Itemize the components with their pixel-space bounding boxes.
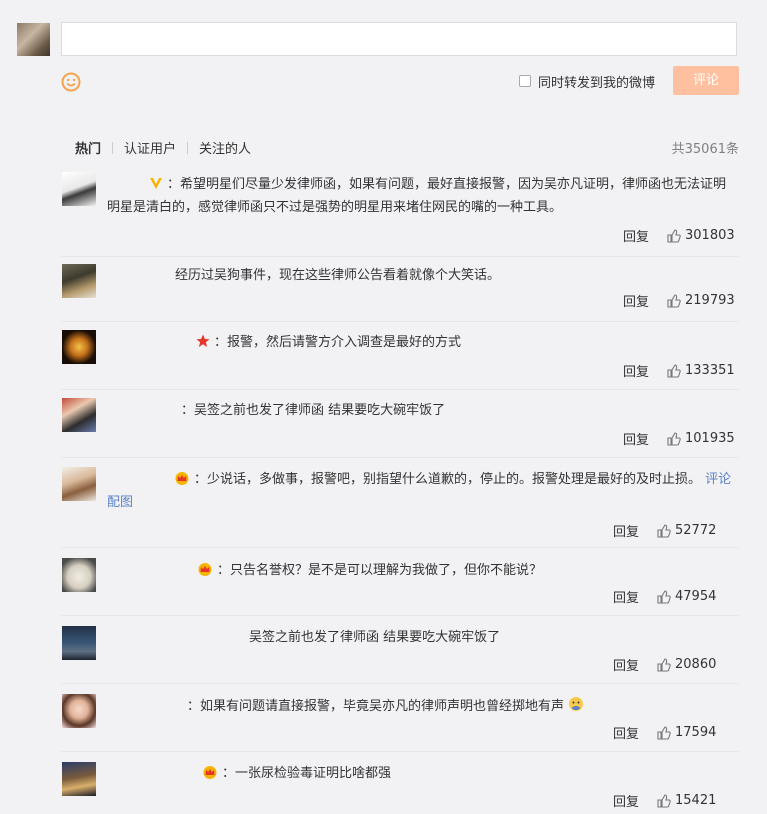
comment-text: 经历过吴狗事件，现在这些律师公告看着就像个大笑话。 xyxy=(175,268,501,283)
comment-text: 吴签之前也发了律师函 结果要吃大碗牢饭了 xyxy=(249,630,501,645)
comment-item: ：吴签之前也发了律师函 结果要吃大碗牢饭了 回复 101935 xyxy=(61,398,739,458)
like-count: 101935 xyxy=(685,431,735,446)
thumbs-up-icon xyxy=(667,363,681,378)
tab-divider xyxy=(112,141,114,154)
like-button[interactable]: 52772 xyxy=(657,523,729,538)
like-count: 17594 xyxy=(675,725,717,740)
avatar[interactable] xyxy=(62,558,96,592)
like-button[interactable]: 17594 xyxy=(657,725,729,740)
like-count: 47954 xyxy=(675,589,717,604)
crown-icon xyxy=(203,766,217,779)
comment-actions: 回复 219793 xyxy=(623,291,739,310)
emoji-icon[interactable] xyxy=(61,72,81,92)
tab-verified-users[interactable]: 认证用户 xyxy=(124,138,176,157)
thumbs-up-icon xyxy=(657,589,671,604)
tab-hot[interactable]: 热门 xyxy=(75,138,101,157)
v-icon xyxy=(150,178,162,189)
crown-icon xyxy=(198,563,212,576)
comment-actions: 回复 133351 xyxy=(623,361,739,380)
comment-filter-tabs: 热门 认证用户 关注的人 xyxy=(75,138,251,157)
thumbs-up-icon xyxy=(657,725,671,740)
avatar[interactable] xyxy=(62,762,96,796)
like-count: 52772 xyxy=(675,523,717,538)
comment-item: ：少说话，多做事，报警吧，别指望什么道歉的，停止的。报警处理是最好的及时止损。 … xyxy=(61,467,739,548)
like-button[interactable]: 15421 xyxy=(657,793,729,808)
comment-item: ：希望明星们尽量少发律师函，如果有问题，最好直接报警，因为吴亦凡证明，律师函也无… xyxy=(61,172,739,257)
comment-item: 吴签之前也发了律师函 结果要吃大碗牢饭了 回复 20860 xyxy=(61,626,739,684)
comment-actions: 回复 20860 xyxy=(613,655,729,674)
comment-item: ：一张尿检验毒证明比啥都强 回复 15421 xyxy=(61,762,739,814)
current-user-avatar[interactable] xyxy=(17,23,50,56)
emoji-sticker-icon xyxy=(569,697,584,711)
reply-button[interactable]: 回复 xyxy=(623,429,649,448)
like-count: 133351 xyxy=(685,363,735,378)
avatar[interactable] xyxy=(62,398,96,432)
avatar[interactable] xyxy=(62,264,96,298)
comment-input[interactable] xyxy=(61,22,737,56)
reply-button[interactable]: 回复 xyxy=(623,291,649,310)
tab-following[interactable]: 关注的人 xyxy=(199,138,251,157)
comment-item: ：报警，然后请警方介入调查是最好的方式 回复 133351 xyxy=(61,330,739,390)
like-button[interactable]: 301803 xyxy=(667,228,739,243)
comment-actions: 回复 301803 xyxy=(623,226,739,245)
comment-actions: 回复 15421 xyxy=(613,791,729,810)
thumbs-up-icon xyxy=(657,793,671,808)
like-count: 219793 xyxy=(685,293,735,308)
comment-item: 经历过吴狗事件，现在这些律师公告看着就像个大笑话。 回复 219793 xyxy=(61,264,739,322)
avatar[interactable] xyxy=(62,467,96,501)
comment-text: ：如果有问题请直接报警，毕竟吴亦凡的律师声明也曾经掷地有声 xyxy=(187,695,588,718)
like-count: 301803 xyxy=(685,228,735,243)
repost-label: 同时转发到我的微博 xyxy=(538,76,656,91)
comment-text: ：少说话，多做事，报警吧，别指望什么道歉的，停止的。报警处理是最好的及时止损。 … xyxy=(107,472,732,510)
comment-actions: 回复 17594 xyxy=(613,723,729,742)
comment-text: ：希望明星们尽量少发律师函，如果有问题，最好直接报警，因为吴亦凡证明，律师函也无… xyxy=(107,177,727,215)
like-button[interactable]: 20860 xyxy=(657,657,729,672)
star-icon xyxy=(196,334,210,347)
thumbs-up-icon xyxy=(657,657,671,672)
total-comment-count: 共35061条 xyxy=(671,142,739,157)
comment-actions: 回复 47954 xyxy=(613,587,729,606)
like-button[interactable]: 219793 xyxy=(667,293,739,308)
reply-button[interactable]: 回复 xyxy=(613,521,639,540)
submit-comment-button[interactable]: 评论 xyxy=(673,66,739,95)
thumbs-up-icon xyxy=(667,293,681,308)
comment-item: ：只告名誉权？是不是可以理解为我做了，但你不能说？ 回复 47954 xyxy=(61,558,739,616)
reply-button[interactable]: 回复 xyxy=(613,791,639,810)
thumbs-up-icon xyxy=(667,431,681,446)
avatar[interactable] xyxy=(62,626,96,660)
comment-text: ：报警，然后请警方介入调查是最好的方式 xyxy=(196,331,461,354)
comment-text: ：吴签之前也发了律师函 结果要吃大碗牢饭了 xyxy=(181,403,446,418)
reply-button[interactable]: 回复 xyxy=(613,655,639,674)
thumbs-up-icon xyxy=(657,523,671,538)
comment-text: ：只告名誉权？是不是可以理解为我做了，但你不能说？ xyxy=(197,559,542,582)
like-button[interactable]: 47954 xyxy=(657,589,729,604)
comment-actions: 回复 52772 xyxy=(613,521,729,540)
tab-divider xyxy=(187,141,189,154)
comment-image-link[interactable]: 评论 xyxy=(705,472,731,487)
reply-button[interactable]: 回复 xyxy=(623,361,649,380)
thumbs-up-icon xyxy=(667,228,681,243)
reply-button[interactable]: 回复 xyxy=(613,587,639,606)
comment-actions: 回复 101935 xyxy=(623,429,739,448)
reply-button[interactable]: 回复 xyxy=(623,226,649,245)
like-count: 15421 xyxy=(675,793,717,808)
comment-image-link[interactable]: 配图 xyxy=(107,495,133,510)
avatar[interactable] xyxy=(62,172,96,206)
like-button[interactable]: 101935 xyxy=(667,431,739,446)
like-button[interactable]: 133351 xyxy=(667,363,739,378)
comment-item: ：如果有问题请直接报警，毕竟吴亦凡的律师声明也曾经掷地有声 回复 17594 xyxy=(61,694,739,752)
reply-button[interactable]: 回复 xyxy=(613,723,639,742)
crown-icon xyxy=(175,472,189,485)
like-count: 20860 xyxy=(675,657,717,672)
repost-checkbox[interactable] xyxy=(519,75,531,87)
avatar[interactable] xyxy=(62,694,96,728)
comment-text: ：一张尿检验毒证明比啥都强 xyxy=(202,762,391,785)
avatar[interactable] xyxy=(62,330,96,364)
